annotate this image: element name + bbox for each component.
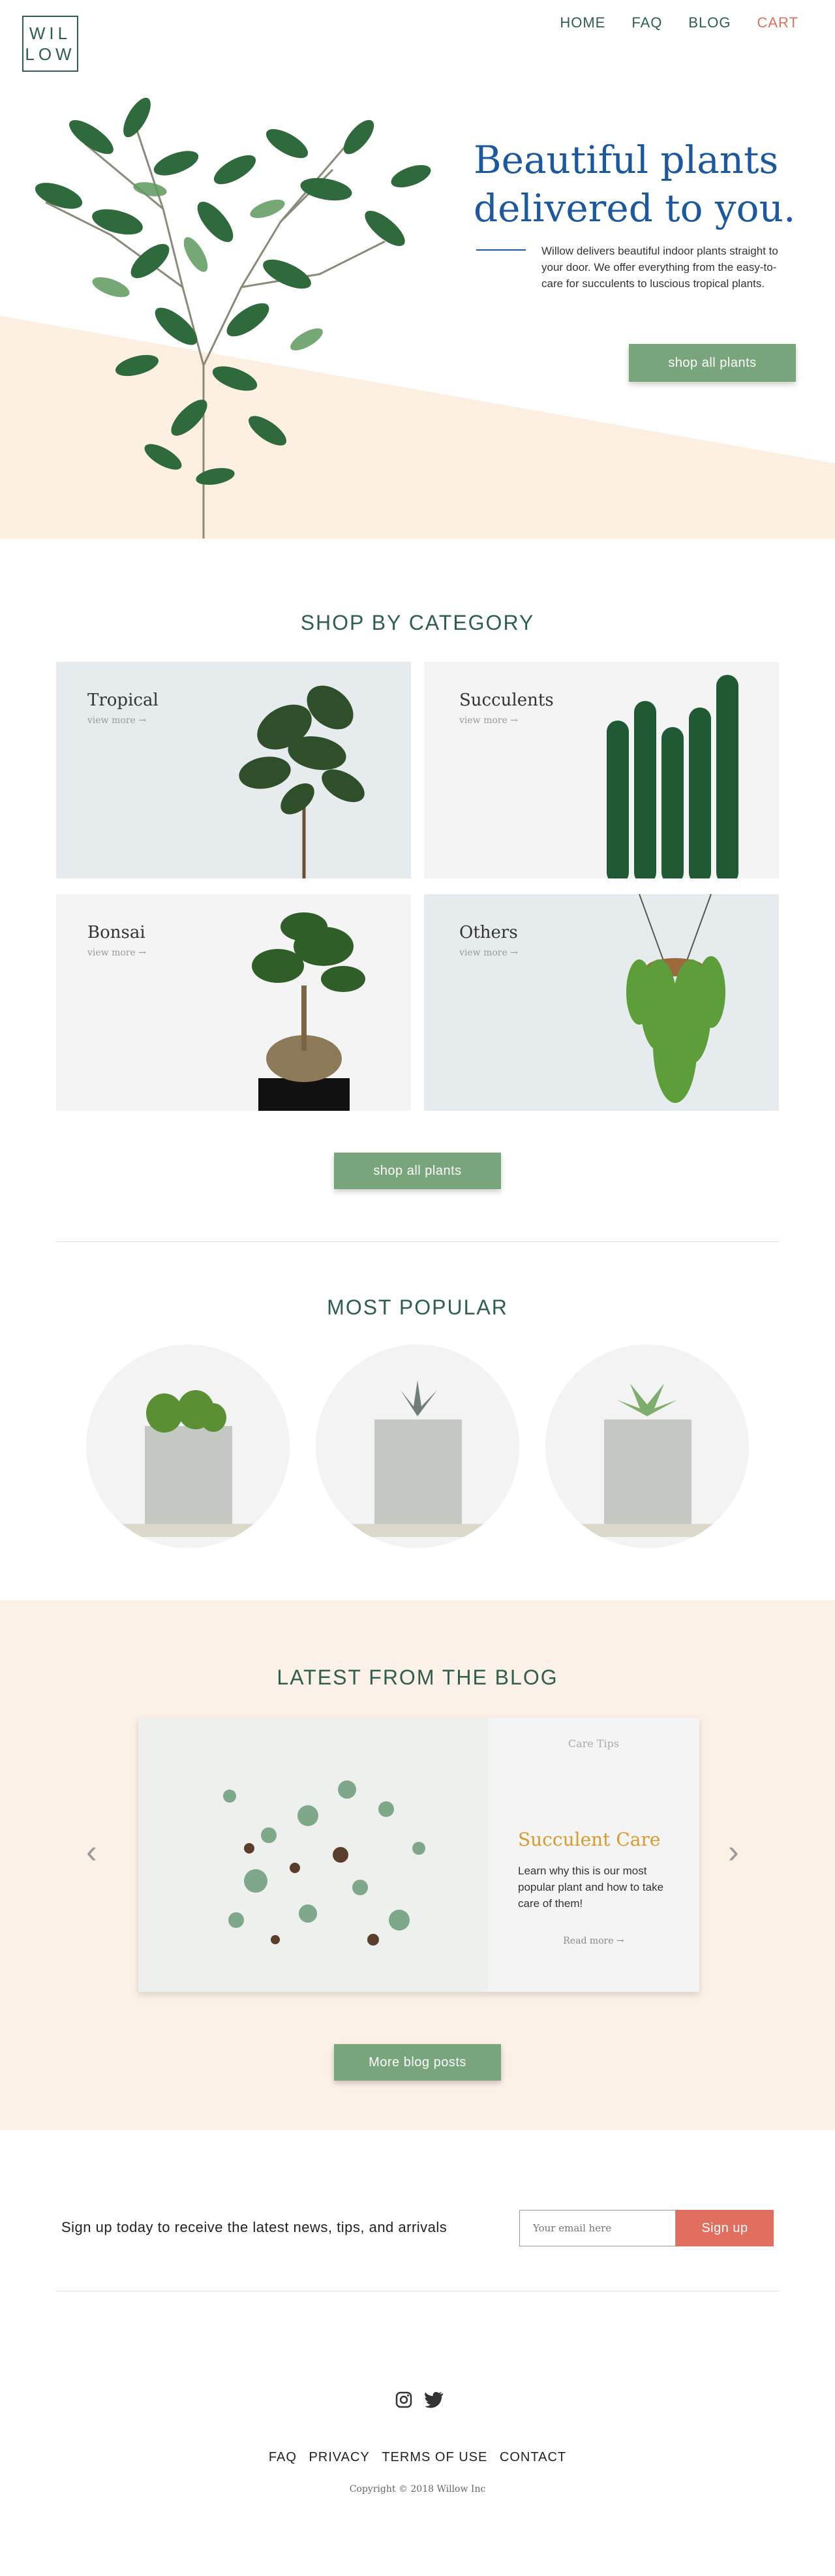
category-card-succulents[interactable]: Succulents view more → [424,662,779,878]
category-view-more[interactable]: view more → [87,948,146,958]
blog-category-tag: Care Tips [568,1737,620,1750]
bonsai-image [252,912,365,1111]
popular-item[interactable] [545,1344,749,1548]
hero-section: WIL LOW HOME FAQ BLOG CART Beautiful pla… [0,0,835,539]
tropical-plant-image [239,685,365,878]
hanging-plant-image [626,894,725,1103]
hero-divider [476,249,526,251]
blog-post-title: Succulent Care [518,1829,661,1850]
category-shop-button[interactable]: shop all plants [334,1153,501,1189]
hero-title: Beautiful plants delivered to you. [474,138,796,230]
blog-read-more[interactable]: Read more → [488,1936,699,1946]
blog-post-image [138,1718,488,1992]
instagram-icon[interactable] [395,2391,412,2408]
footer-link-privacy[interactable]: PRIVACY [309,2450,369,2464]
footer-link-terms[interactable]: TERMS OF USE [382,2450,487,2464]
category-card-tropical[interactable]: Tropical view more → [56,662,411,878]
footer-link-contact[interactable]: CONTACT [500,2450,566,2464]
category-view-more[interactable]: view more → [87,715,146,726]
category-title: Succulents [459,691,554,710]
succulent-pot-image [571,1384,723,1537]
blog-post-excerpt: Learn why this is our most popular plant… [518,1865,664,1910]
popular-item[interactable] [86,1344,290,1548]
blog-heading: LATEST FROM THE BLOG [277,1666,558,1689]
carousel-next-icon[interactable]: › [728,1835,739,1868]
footer-links: FAQ PRIVACY TERMS OF USE CONTACT [0,2450,835,2465]
category-view-more[interactable]: view more → [459,948,518,958]
section-divider [56,1241,779,1242]
hero-description: Willow delivers beautiful indoor plants … [541,245,778,290]
nav-home[interactable]: HOME [560,14,605,31]
copyright: Copyright © 2018 Willow Inc [349,2484,486,2494]
category-title: Others [459,923,518,942]
nav-blog[interactable]: BLOG [688,14,731,31]
cactus-pot-image [112,1390,264,1537]
logo-bottom: LOW [25,44,76,64]
signup-text: Sign up today to receive the latest news… [61,2219,448,2235]
echeveria-pot-image [342,1380,493,1537]
footer-link-faq[interactable]: FAQ [269,2450,297,2464]
hero-plant-image [35,97,431,538]
more-blog-posts-button[interactable]: More blog posts [334,2044,501,2081]
nav-faq[interactable]: FAQ [631,14,662,31]
category-view-more[interactable]: view more → [459,715,518,726]
category-title: Bonsai [87,923,145,942]
carousel-prev-icon[interactable]: ‹ [86,1835,97,1868]
logo[interactable]: WIL LOW [22,16,78,72]
popular-item[interactable] [316,1344,519,1548]
category-heading: SHOP BY CATEGORY [300,611,535,634]
hero-shop-button[interactable]: shop all plants [629,344,796,382]
blog-card[interactable]: Care Tips Succulent Care Learn why this … [138,1718,699,1992]
category-title: Tropical [87,691,159,710]
category-card-others[interactable]: Others view more → [424,894,779,1111]
popular-heading: MOST POPULAR [327,1296,508,1319]
signup-button[interactable]: Sign up [676,2210,774,2246]
main-nav: HOME FAQ BLOG CART [560,14,798,31]
cactus-image [607,675,738,878]
nav-cart[interactable]: CART [757,14,799,31]
email-input[interactable] [519,2210,676,2246]
logo-top: WIL [29,23,72,43]
twitter-icon[interactable] [424,2391,444,2408]
category-card-bonsai[interactable]: Bonsai view more → [56,894,411,1111]
